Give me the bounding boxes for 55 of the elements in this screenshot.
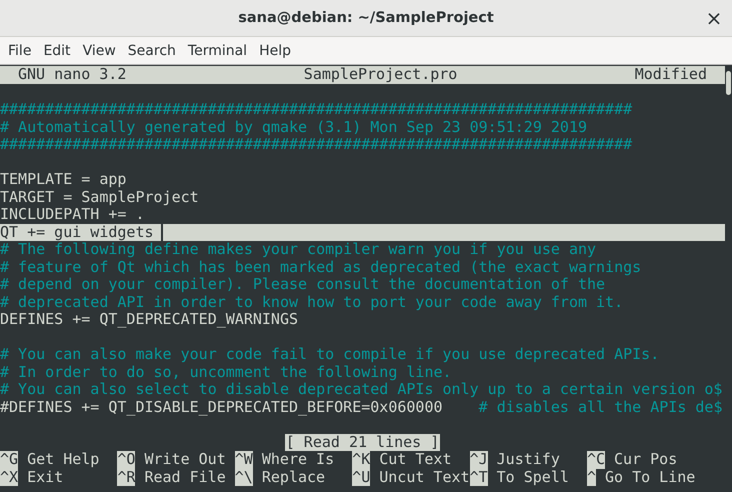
shortcut-key: ^T (470, 468, 488, 486)
nano-version: GNU nano 3.2 (18, 66, 126, 84)
menu-item[interactable]: Terminal (182, 42, 254, 58)
menu-item[interactable]: File (2, 42, 38, 58)
shortcut-label: Write Out (143, 451, 226, 468)
shortcut-key: ^C (586, 451, 606, 468)
shortcut-label: Justify (496, 451, 560, 468)
shortcut-label: Uncut Text (378, 468, 470, 486)
shortcut-key: ^X (0, 468, 18, 486)
menu-item[interactable]: Help (253, 42, 297, 58)
close-button[interactable]: × (702, 6, 726, 30)
comment-line: # You can also make your code fail to compile if you use deprecated APIs. (0, 346, 660, 364)
modified-status: Modified (634, 66, 707, 84)
comment-line: ###################################################################### (0, 101, 632, 118)
shortcut-key: ^W (234, 451, 253, 468)
code-line: INCLUDEPATH += . (0, 206, 144, 224)
shortcut-key: ^J (470, 451, 488, 468)
shortcut-key: ^\ (234, 468, 253, 486)
shortcut-key: ^G (0, 451, 18, 468)
shortcut-label: Cur Pos (613, 451, 678, 468)
shortcut-label: Go To Line (604, 468, 696, 486)
shortcut-label: Cut Text (378, 451, 452, 468)
comment-line: # You can also select to disable deprecated APIs only up to a certain version o$ (0, 381, 722, 398)
shortcut-key: ^U (352, 468, 370, 486)
menu-item[interactable]: Edit (37, 42, 77, 58)
window-title: sana@debian: ~/SampleProject (238, 10, 494, 26)
menu-item[interactable]: Search (122, 42, 182, 58)
menu-item[interactable]: View (76, 42, 122, 58)
code-line: TEMPLATE = app (0, 171, 126, 188)
shortcut-label: Read File (143, 468, 226, 486)
text-cursor (160, 224, 163, 241)
comment-line: # deprecated API in order to know how to port your code away from it. (0, 294, 624, 311)
shortcut-label: Get Help (26, 451, 100, 468)
code-line: DEFINES += QT_DEPRECATED_WARNINGS (0, 311, 298, 328)
comment-line: # feature of Qt which has been marked as deprecated (the exact warnings (0, 258, 642, 276)
shortcut-key: ^K (352, 451, 370, 468)
comment-line: # Automatically generated by qmake (3.1) Mon Sep 23 09:51:29 2019 (0, 118, 587, 136)
shortcut-label: Exit (26, 468, 64, 486)
shortcut-label: Where Is (260, 451, 334, 468)
comment-line: ###################################################################### (0, 136, 632, 154)
comment-line: # In order to do so, uncomment the following line. (0, 364, 452, 381)
status-message: [ Read 21 lines ] (284, 434, 440, 451)
shortcut-key: ^R (117, 468, 136, 486)
comment-text: # disables all the APIs de$ (478, 398, 722, 416)
code-line: QT += gui widgets (0, 224, 154, 241)
shortcut-label: Replace (260, 468, 326, 486)
comment-line: # depend on your compiler). Please consult the documentation of the (0, 276, 606, 294)
shortcut-label: To Spell (496, 468, 569, 486)
shortcut-key: ^ (586, 468, 596, 486)
code-line: TARGET = SampleProject (0, 188, 199, 206)
file-name: SampleProject.pro (304, 66, 458, 84)
shortcut-key: ^O (117, 451, 136, 468)
comment-line: # The following define makes your compiler warn you if you use any (0, 241, 596, 258)
code-line: #DEFINES += QT_DISABLE_DEPRECATED_BEFORE=0x060000 (0, 398, 443, 416)
scrollbar-thumb[interactable] (726, 71, 731, 95)
